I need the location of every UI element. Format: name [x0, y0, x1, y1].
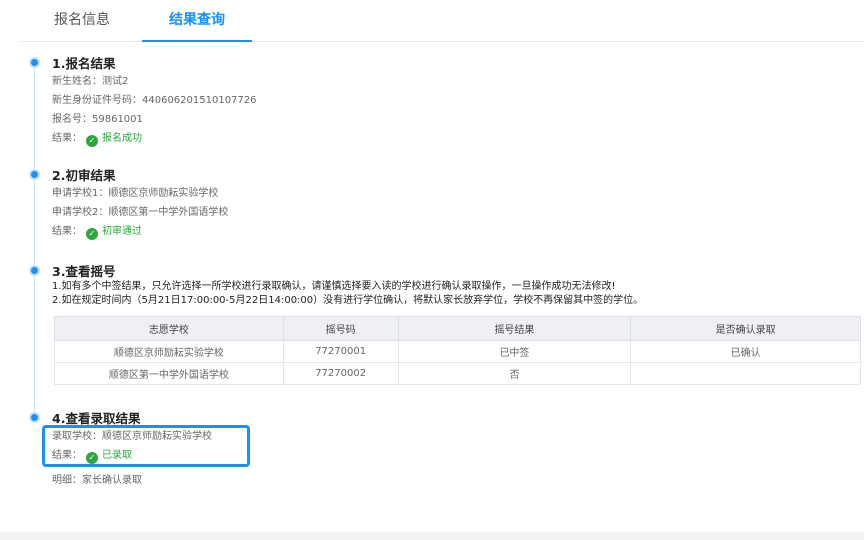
timeline-dot	[29, 265, 40, 276]
field-value: 59861001	[92, 114, 143, 125]
code-cell: 77270002	[282, 362, 399, 385]
lottery-result-cell: 已中签	[397, 340, 632, 363]
highlight-box	[42, 425, 250, 467]
table-row: 顺德区第一中学外国语学校 77270002 否	[54, 362, 861, 385]
field-value: 顺德区第一中学外国语学校	[108, 207, 229, 218]
column-header: 志愿学校	[54, 316, 284, 341]
registration-number-row: 报名号：59861001	[52, 110, 257, 129]
lottery-result-cell: 否	[397, 362, 632, 385]
field-label: 申请学校1：	[52, 188, 109, 199]
student-id-row: 新生身份证件号码：440606201510107726	[52, 91, 257, 110]
field-label: 新生姓名：	[52, 76, 102, 87]
notice-line-1: 1.如有多个中签结果，只允许选择一所学校进行录取确认，请谨慎选择要入读的学校进行…	[52, 281, 616, 292]
status-text: 报名成功	[102, 133, 142, 144]
school2-row: 申请学校2：顺德区第一中学外国语学校	[52, 203, 228, 222]
notice-line-2: 2.如在规定时间内（5月21日17:00:00-5月22日14:00:00）没有…	[52, 295, 644, 306]
school-cell: 顺德区第一中学外国语学校	[54, 362, 284, 385]
table-row: 顺德区京师励耘实验学校 77270001 已中签 已确认	[54, 340, 861, 363]
school-cell: 顺德区京师励耘实验学校	[54, 340, 284, 363]
timeline-line	[34, 64, 35, 412]
timeline-dot	[29, 169, 40, 180]
check-circle-icon: ✓	[86, 228, 98, 240]
status-text: 初审通过	[102, 226, 142, 237]
column-header: 摇号结果	[397, 316, 632, 341]
field-value: 440606201510107726	[142, 95, 257, 106]
result-card: 报名信息 结果查询 1.报名结果 新生姓名：测试2 新生身份证件号码：44060…	[0, 0, 864, 532]
field-value: 测试2	[102, 76, 129, 87]
section-lottery: 3.查看摇号 1.如有多个中签结果，只允许选择一所学校进行录取确认，请谨慎选择要…	[52, 264, 643, 308]
timeline-dot	[29, 57, 40, 68]
column-header: 摇号码	[282, 316, 399, 341]
result-row: 结果： ✓ 报名成功	[52, 129, 257, 148]
field-label: 申请学校2：	[52, 207, 109, 218]
field-label: 明细：	[52, 475, 82, 486]
tab-registration-info[interactable]: 报名信息	[54, 0, 110, 42]
detail-row: 明细：家长确认录取	[52, 471, 212, 490]
confirm-cell	[630, 362, 861, 385]
section-title: 3.查看摇号	[52, 264, 116, 279]
field-label: 报名号：	[52, 114, 92, 125]
field-value: 顺德区京师励耘实验学校	[108, 188, 219, 199]
code-cell: 77270001	[282, 340, 399, 363]
field-label: 结果：	[52, 133, 82, 144]
section-title: 2.初审结果	[52, 168, 116, 183]
check-circle-icon: ✓	[86, 135, 98, 147]
section-registration-result: 1.报名结果 新生姓名：测试2 新生身份证件号码：440606201510107…	[52, 56, 257, 148]
table-header-row: 志愿学校 摇号码 摇号结果 是否确认录取	[54, 316, 861, 341]
school1-row: 申请学校1：顺德区京师励耘实验学校	[52, 184, 228, 203]
tab-bar: 报名信息 结果查询	[20, 0, 864, 42]
field-value: 家长确认录取	[82, 475, 142, 486]
confirm-cell: 已确认	[630, 340, 861, 363]
field-label: 新生身份证件号码：	[52, 95, 142, 106]
tab-result-query[interactable]: 结果查询	[142, 0, 252, 42]
column-header: 是否确认录取	[630, 316, 861, 341]
section-preliminary-review: 2.初审结果 申请学校1：顺德区京师励耘实验学校 申请学校2：顺德区第一中学外国…	[52, 168, 228, 241]
lottery-table: 志愿学校 摇号码 摇号结果 是否确认录取 顺德区京师励耘实验学校 7727000…	[54, 316, 861, 385]
student-name-row: 新生姓名：测试2	[52, 72, 257, 91]
field-label: 结果：	[52, 226, 82, 237]
section-title: 1.报名结果	[52, 56, 116, 71]
timeline-dot	[29, 412, 40, 423]
result-row: 结果： ✓ 初审通过	[52, 222, 228, 241]
